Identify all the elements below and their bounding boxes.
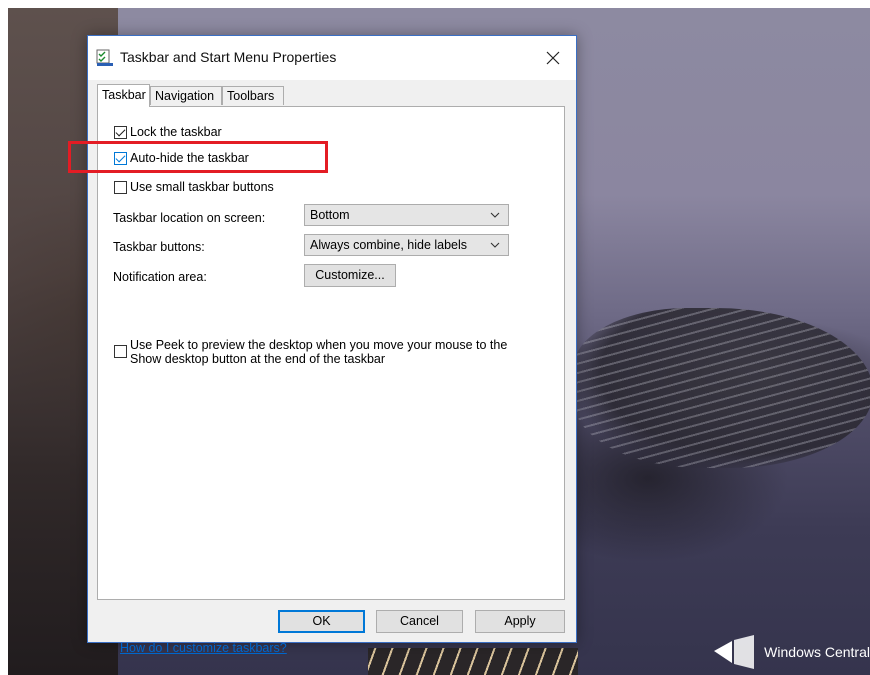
peek-option[interactable]: Use Peek to preview the desktop when you… <box>114 338 507 366</box>
windows-central-logo-icon <box>714 635 755 669</box>
small-buttons-label: Use small taskbar buttons <box>130 180 274 194</box>
peek-checkbox[interactable] <box>114 345 127 358</box>
taskbar-location-select[interactable]: Bottom <box>304 204 509 226</box>
watermark: Windows Central <box>712 635 870 669</box>
lock-taskbar-label: Lock the taskbar <box>130 125 222 139</box>
close-button[interactable] <box>530 36 576 80</box>
customize-button[interactable]: Customize... <box>304 264 396 287</box>
autohide-taskbar-option[interactable]: Auto-hide the taskbar <box>114 151 249 165</box>
title-bar[interactable]: Taskbar and Start Menu Properties <box>88 36 576 80</box>
taskbar-properties-dialog: Taskbar and Start Menu Properties Taskba… <box>87 35 577 655</box>
lock-taskbar-option[interactable]: Lock the taskbar <box>114 125 222 139</box>
chevron-down-icon <box>490 242 500 248</box>
taskbar-tab-panel: Lock the taskbar Auto-hide the taskbar U… <box>97 106 565 655</box>
small-buttons-checkbox[interactable] <box>114 180 127 194</box>
peek-label: Use Peek to preview the desktop when you… <box>130 338 507 366</box>
window-title: Taskbar and Start Menu Properties <box>120 49 337 65</box>
small-buttons-option[interactable]: Use small taskbar buttons <box>114 180 274 194</box>
watermark-text: Windows Central <box>764 644 870 660</box>
tab-taskbar[interactable]: Taskbar <box>97 84 150 107</box>
apply-button[interactable]: Apply <box>475 610 565 633</box>
lock-taskbar-checkbox[interactable] <box>114 125 127 139</box>
ok-button[interactable]: OK <box>278 610 365 633</box>
peek-label-line1: Use Peek to preview the desktop when you… <box>130 338 508 352</box>
chevron-down-icon <box>490 212 500 218</box>
close-icon <box>546 51 560 65</box>
autohide-taskbar-checkbox[interactable] <box>114 151 127 165</box>
taskbar-properties-icon <box>96 49 113 66</box>
help-link[interactable]: How do I customize taskbars? <box>120 641 287 655</box>
notification-area-label: Notification area: <box>113 270 207 284</box>
cancel-button[interactable]: Cancel <box>376 610 463 633</box>
peek-label-line2: Show desktop button at the end of the ta… <box>130 352 386 366</box>
road-scenery <box>368 648 578 675</box>
tab-navigation[interactable]: Navigation <box>150 86 222 105</box>
tab-toolbars[interactable]: Toolbars <box>222 86 284 105</box>
taskbar-location-value: Bottom <box>310 208 350 222</box>
taskbar-location-label: Taskbar location on screen: <box>113 211 266 225</box>
taskbar-buttons-value: Always combine, hide labels <box>310 238 468 252</box>
autohide-taskbar-label: Auto-hide the taskbar <box>130 151 249 165</box>
rock-shelf-scenery <box>573 308 870 468</box>
taskbar-buttons-select[interactable]: Always combine, hide labels <box>304 234 509 256</box>
taskbar-buttons-label: Taskbar buttons: <box>113 240 205 254</box>
